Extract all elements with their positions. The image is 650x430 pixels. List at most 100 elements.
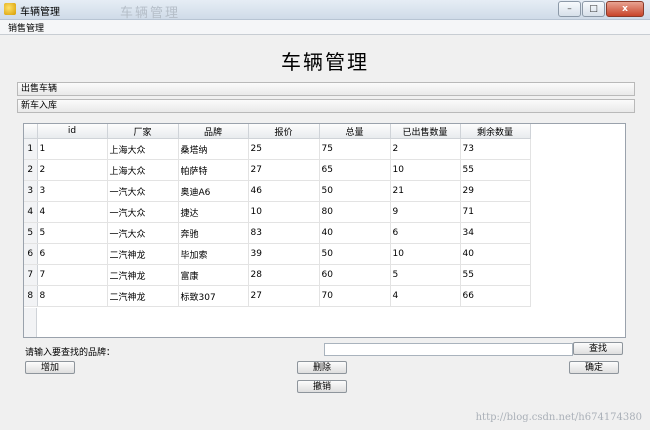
confirm-button[interactable]: 确定 [569, 361, 619, 374]
cell-id[interactable]: 1 [37, 138, 108, 160]
add-button[interactable]: 增加 [25, 361, 75, 374]
app-icon [4, 3, 16, 15]
table-row[interactable]: 8 8 二汽神龙 标致307 27 70 4 66 [24, 285, 531, 307]
row-number[interactable]: 3 [24, 180, 38, 202]
cell-id[interactable]: 4 [37, 201, 108, 223]
column-header-manufacturer[interactable]: 厂家 [107, 124, 179, 139]
cell-remaining[interactable]: 73 [460, 138, 531, 160]
cell-total[interactable]: 70 [319, 285, 391, 307]
cell-price[interactable]: 27 [248, 159, 320, 181]
cell-sold[interactable]: 10 [390, 243, 461, 265]
cell-sold[interactable]: 9 [390, 201, 461, 223]
undo-button[interactable]: 撤销 [297, 380, 347, 393]
row-number[interactable]: 1 [24, 138, 38, 160]
row-number[interactable]: 8 [24, 285, 38, 307]
cell-brand[interactable]: 桑塔纳 [178, 138, 249, 160]
cell-manufacturer[interactable]: 二汽神龙 [107, 264, 179, 286]
cell-brand[interactable]: 富康 [178, 264, 249, 286]
cell-sold[interactable]: 2 [390, 138, 461, 160]
cell-sold[interactable]: 4 [390, 285, 461, 307]
cell-remaining[interactable]: 55 [460, 264, 531, 286]
cell-remaining[interactable]: 34 [460, 222, 531, 244]
column-header-price[interactable]: 报价 [248, 124, 320, 139]
cell-total[interactable]: 50 [319, 243, 391, 265]
brand-search-input[interactable] [324, 343, 573, 356]
row-number[interactable]: 5 [24, 222, 38, 244]
cell-price[interactable]: 28 [248, 264, 320, 286]
delete-button[interactable]: 删除 [297, 361, 347, 374]
minimize-button[interactable]: – [558, 1, 581, 17]
cell-sold[interactable]: 6 [390, 222, 461, 244]
column-header-sold[interactable]: 已出售数量 [390, 124, 461, 139]
cell-brand[interactable]: 标致307 [178, 285, 249, 307]
cell-total[interactable]: 50 [319, 180, 391, 202]
search-button[interactable]: 查找 [573, 342, 623, 355]
cell-total[interactable]: 65 [319, 159, 391, 181]
cell-remaining[interactable]: 66 [460, 285, 531, 307]
cell-id[interactable]: 3 [37, 180, 108, 202]
close-button[interactable]: x [606, 1, 644, 17]
section-new-car-stock[interactable]: 新车入库 [17, 99, 635, 113]
table-row[interactable]: 1 1 上海大众 桑塔纳 25 75 2 73 [24, 138, 531, 160]
table-row[interactable]: 7 7 二汽神龙 富康 28 60 5 55 [24, 264, 531, 286]
cell-brand[interactable]: 奔驰 [178, 222, 249, 244]
cell-manufacturer[interactable]: 一汽大众 [107, 201, 179, 223]
application-window: 车辆管理 车辆管理 – □ x 销售管理 车辆管理 出售车辆 新车入库 id 厂家 … [0, 0, 650, 430]
cell-id[interactable]: 5 [37, 222, 108, 244]
cell-price[interactable]: 25 [248, 138, 320, 160]
cell-price[interactable]: 83 [248, 222, 320, 244]
cell-id[interactable]: 8 [37, 285, 108, 307]
cell-manufacturer[interactable]: 上海大众 [107, 159, 179, 181]
cell-manufacturer[interactable]: 二汽神龙 [107, 285, 179, 307]
cell-remaining[interactable]: 29 [460, 180, 531, 202]
cell-total[interactable]: 75 [319, 138, 391, 160]
cell-id[interactable]: 2 [37, 159, 108, 181]
cell-remaining[interactable]: 71 [460, 201, 531, 223]
cell-id[interactable]: 6 [37, 243, 108, 265]
cell-remaining[interactable]: 40 [460, 243, 531, 265]
cell-sold[interactable]: 5 [390, 264, 461, 286]
corner-cell[interactable] [24, 124, 38, 139]
section-sell-vehicles[interactable]: 出售车辆 [17, 82, 635, 96]
cell-price[interactable]: 27 [248, 285, 320, 307]
page-title: 车辆管理 [281, 50, 369, 74]
title-bar[interactable]: 车辆管理 车辆管理 – □ x [0, 0, 650, 21]
row-header-gutter [24, 308, 37, 337]
cell-brand[interactable]: 毕加索 [178, 243, 249, 265]
table-row[interactable]: 3 3 一汽大众 奥迪A6 46 50 21 29 [24, 180, 531, 202]
cell-manufacturer[interactable]: 一汽大众 [107, 222, 179, 244]
cell-id[interactable]: 7 [37, 264, 108, 286]
row-number[interactable]: 7 [24, 264, 38, 286]
cell-brand[interactable]: 捷达 [178, 201, 249, 223]
cell-manufacturer[interactable]: 上海大众 [107, 138, 179, 160]
table-header-row: id 厂家 品牌 报价 总量 已出售数量 剩余数量 [24, 124, 531, 139]
cell-manufacturer[interactable]: 一汽大众 [107, 180, 179, 202]
table-row[interactable]: 6 6 二汽神龙 毕加索 39 50 10 40 [24, 243, 531, 265]
maximize-button[interactable]: □ [582, 1, 605, 17]
cell-price[interactable]: 39 [248, 243, 320, 265]
cell-total[interactable]: 60 [319, 264, 391, 286]
table-row[interactable]: 5 5 一汽大众 奔驰 83 40 6 34 [24, 222, 531, 244]
cell-total[interactable]: 80 [319, 201, 391, 223]
cell-price[interactable]: 46 [248, 180, 320, 202]
column-header-id[interactable]: id [37, 124, 108, 139]
row-number[interactable]: 2 [24, 159, 38, 181]
cell-brand[interactable]: 奥迪A6 [178, 180, 249, 202]
cell-sold[interactable]: 21 [390, 180, 461, 202]
row-number[interactable]: 4 [24, 201, 38, 223]
table-row[interactable]: 2 2 上海大众 帕萨特 27 65 10 55 [24, 159, 531, 181]
column-header-total[interactable]: 总量 [319, 124, 391, 139]
menu-bar: 销售管理 [0, 20, 650, 35]
cell-price[interactable]: 10 [248, 201, 320, 223]
cell-brand[interactable]: 帕萨特 [178, 159, 249, 181]
row-number[interactable]: 6 [24, 243, 38, 265]
cell-total[interactable]: 40 [319, 222, 391, 244]
column-header-brand[interactable]: 品牌 [178, 124, 249, 139]
cell-remaining[interactable]: 55 [460, 159, 531, 181]
cell-manufacturer[interactable]: 二汽神龙 [107, 243, 179, 265]
menu-item-sales-management[interactable]: 销售管理 [8, 21, 44, 34]
cell-sold[interactable]: 10 [390, 159, 461, 181]
column-header-remaining[interactable]: 剩余数量 [460, 124, 531, 139]
vehicle-table[interactable]: id 厂家 品牌 报价 总量 已出售数量 剩余数量 1 1 上海大众 桑塔纳 2… [23, 123, 626, 338]
table-row[interactable]: 4 4 一汽大众 捷达 10 80 9 71 [24, 201, 531, 223]
